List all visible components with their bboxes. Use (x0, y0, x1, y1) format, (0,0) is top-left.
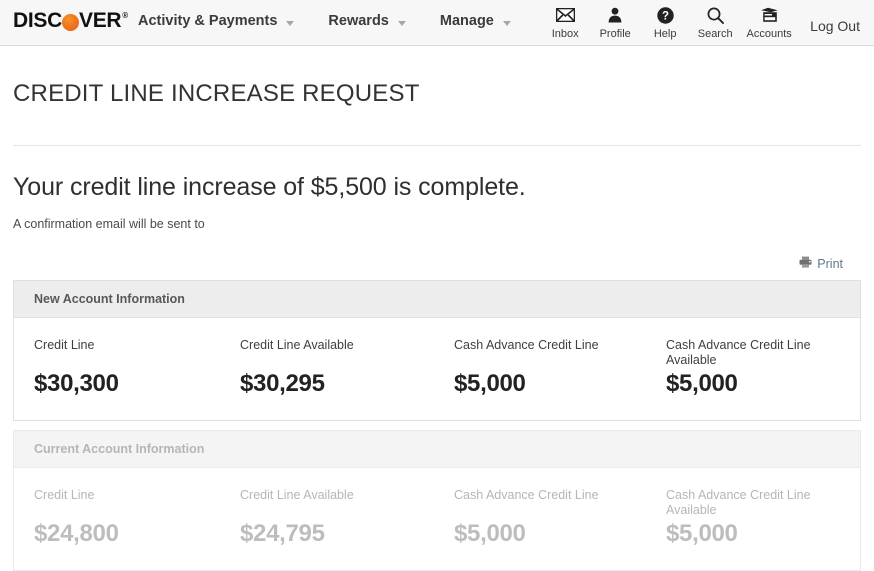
metric-value: $5,000 (454, 520, 526, 547)
metric-credit-line: Credit Line $24,800 (14, 488, 220, 548)
metric-cash-advance-credit-line-available: Cash Advance Credit Line Available $5,00… (646, 338, 846, 398)
metric-value: $24,800 (34, 520, 119, 547)
menu-item-rewards[interactable]: Rewards (328, 13, 419, 29)
metric-label: Credit Line (34, 338, 95, 352)
person-icon (607, 5, 623, 25)
util-item-label: Help (653, 28, 677, 40)
util-item-search[interactable]: Search (690, 3, 740, 40)
title-divider (13, 145, 861, 146)
chevron-down-icon (397, 20, 406, 26)
metric-value: $5,000 (454, 370, 526, 397)
metric-credit-line: Credit Line $30,300 (14, 338, 220, 398)
panel-heading: Current Account Information (14, 431, 860, 468)
menu-item-manage[interactable]: Manage (440, 13, 525, 29)
svg-text:?: ? (662, 10, 669, 22)
metric-value: $5,000 (666, 520, 738, 547)
metric-credit-line-available: Credit Line Available $24,795 (220, 488, 434, 548)
metric-cash-advance-credit-line: Cash Advance Credit Line $5,000 (434, 338, 646, 398)
util-item-label: Accounts (746, 28, 792, 40)
metric-label: Credit Line Available (240, 488, 354, 502)
util-item-label: Search (697, 28, 733, 40)
metric-cash-advance-credit-line: Cash Advance Credit Line $5,000 (434, 488, 646, 548)
util-item-label: Profile (599, 28, 631, 40)
new-account-information-panel: New Account Information Credit Line $30,… (13, 280, 861, 421)
util-item-label: Inbox (551, 28, 579, 40)
logo-registered-mark: ® (122, 10, 128, 20)
logout-button[interactable]: Log Out (810, 3, 860, 34)
menu-item-label: Activity & Payments (138, 13, 278, 29)
utility-navigation: Inbox Profile ? Help Search Accounts Log… (540, 3, 874, 40)
logo-orange-circle-icon (61, 13, 79, 31)
util-item-accounts[interactable]: Accounts (740, 3, 798, 40)
util-item-help[interactable]: ? Help (640, 3, 690, 40)
metric-value: $30,295 (240, 370, 325, 397)
menu-item-label: Manage (439, 13, 494, 29)
menu-item-label: Rewards (328, 13, 389, 29)
question-circle-icon: ? (656, 5, 674, 25)
metric-value: $30,300 (34, 370, 119, 397)
logo-text-after: VER (78, 9, 122, 32)
metric-label: Cash Advance Credit Line Available (666, 338, 811, 367)
print-row: Print (13, 256, 861, 271)
menu-item-activity-payments[interactable]: Activity & Payments (138, 13, 308, 29)
metric-label: Credit Line (34, 488, 95, 502)
print-label: Print (817, 256, 843, 271)
util-item-profile[interactable]: Profile (590, 3, 640, 40)
metric-label: Cash Advance Credit Line Available (666, 488, 811, 517)
metric-value: $5,000 (666, 370, 738, 397)
metric-value: $24,795 (240, 520, 325, 547)
primary-menu: Activity & Payments Rewards Manage (138, 13, 545, 29)
panel-body: Credit Line $30,300 Credit Line Availabl… (14, 318, 860, 420)
confirmation-headline: Your credit line increase of $5,500 is c… (13, 173, 526, 201)
logo-text-before: DISC (13, 9, 62, 32)
current-account-information-panel: Current Account Information Credit Line … (13, 430, 861, 571)
metric-label: Credit Line Available (240, 338, 354, 352)
metric-label: Cash Advance Credit Line (454, 338, 599, 352)
metric-cash-advance-credit-line-available: Cash Advance Credit Line Available $5,00… (646, 488, 846, 548)
panel-body: Credit Line $24,800 Credit Line Availabl… (14, 468, 860, 570)
util-item-inbox[interactable]: Inbox (540, 3, 590, 40)
chevron-down-icon (286, 20, 295, 26)
envelope-icon (555, 5, 575, 25)
accounts-card-icon (759, 5, 779, 25)
page-title: CREDIT LINE INCREASE REQUEST (13, 80, 420, 107)
metric-label: Cash Advance Credit Line (454, 488, 599, 502)
print-link[interactable]: Print (799, 256, 843, 271)
panel-heading: New Account Information (14, 281, 860, 318)
page-content: CREDIT LINE INCREASE REQUEST Your credit… (0, 80, 874, 571)
printer-icon (799, 256, 812, 271)
chevron-down-icon (502, 20, 511, 26)
search-icon (707, 5, 724, 25)
metric-credit-line-available: Credit Line Available $30,295 (220, 338, 434, 398)
top-navigation-bar: DISC VER ® Activity & Payments Rewards Man… (0, 0, 874, 46)
discover-logo[interactable]: DISC VER ® (13, 9, 128, 33)
confirmation-subline: A confirmation email will be sent to (13, 217, 205, 231)
